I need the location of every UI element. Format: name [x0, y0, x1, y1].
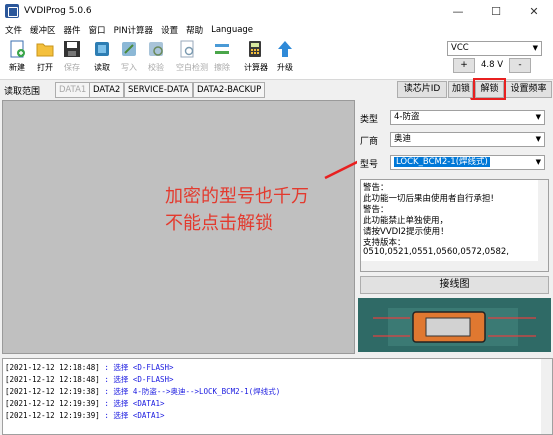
wiring-diagram-button[interactable]: 接线图 [360, 276, 549, 294]
wiring-preview-image [358, 298, 551, 352]
type-label: 类型 [360, 115, 379, 125]
chevron-down-icon: ▼ [535, 158, 541, 166]
maker-label: 厂商 [360, 137, 379, 147]
log-line: [2021-12-12 12:18:48] : 选择 <D-FLASH> [5, 363, 174, 372]
warning-vertical-scrollbar[interactable] [538, 180, 548, 271]
maker-value: 奥迪 [394, 134, 412, 144]
log-line: [2021-12-12 12:19:39] : 选择 <DATA1> [5, 399, 165, 408]
log-line: [2021-12-12 12:19:39] : 选择 <DATA1> [5, 411, 165, 420]
type-value: 4-防盗 [394, 112, 420, 122]
log-line: [2021-12-12 12:18:48] : 选择 <D-FLASH> [5, 375, 174, 384]
model-value: LOCK_BCM2-1(焊线式) [394, 157, 490, 167]
warning-text-box[interactable]: 警告： 此功能一切后果由使用者自行承担! 警告： 此功能禁止单独使用， 请按VV… [360, 179, 549, 272]
maker-select[interactable]: 奥迪 ▼ [390, 132, 545, 147]
log-panel[interactable]: [2021-12-12 12:18:48] : 选择 <D-FLASH> [20… [2, 358, 553, 435]
chevron-down-icon: ▼ [535, 113, 541, 121]
chevron-down-icon: ▼ [535, 135, 541, 143]
device-panel: 类型 4-防盗 ▼ 厂商 奥迪 ▼ 型号 LOCK_BCM2-1(焊线式) ▼ … [357, 100, 553, 354]
model-label: 型号 [360, 160, 379, 170]
log-scrollbar[interactable] [541, 359, 552, 434]
warning-horizontal-scrollbar[interactable] [361, 261, 538, 271]
warning-line: 0510,0521,0551,0560,0572,0582, [363, 247, 510, 257]
model-select[interactable]: LOCK_BCM2-1(焊线式) ▼ [390, 155, 545, 170]
type-select[interactable]: 4-防盗 ▼ [390, 110, 545, 125]
log-line: [2021-12-12 12:19:38] : 选择 4-防盗-->奥迪-->L… [5, 387, 281, 396]
